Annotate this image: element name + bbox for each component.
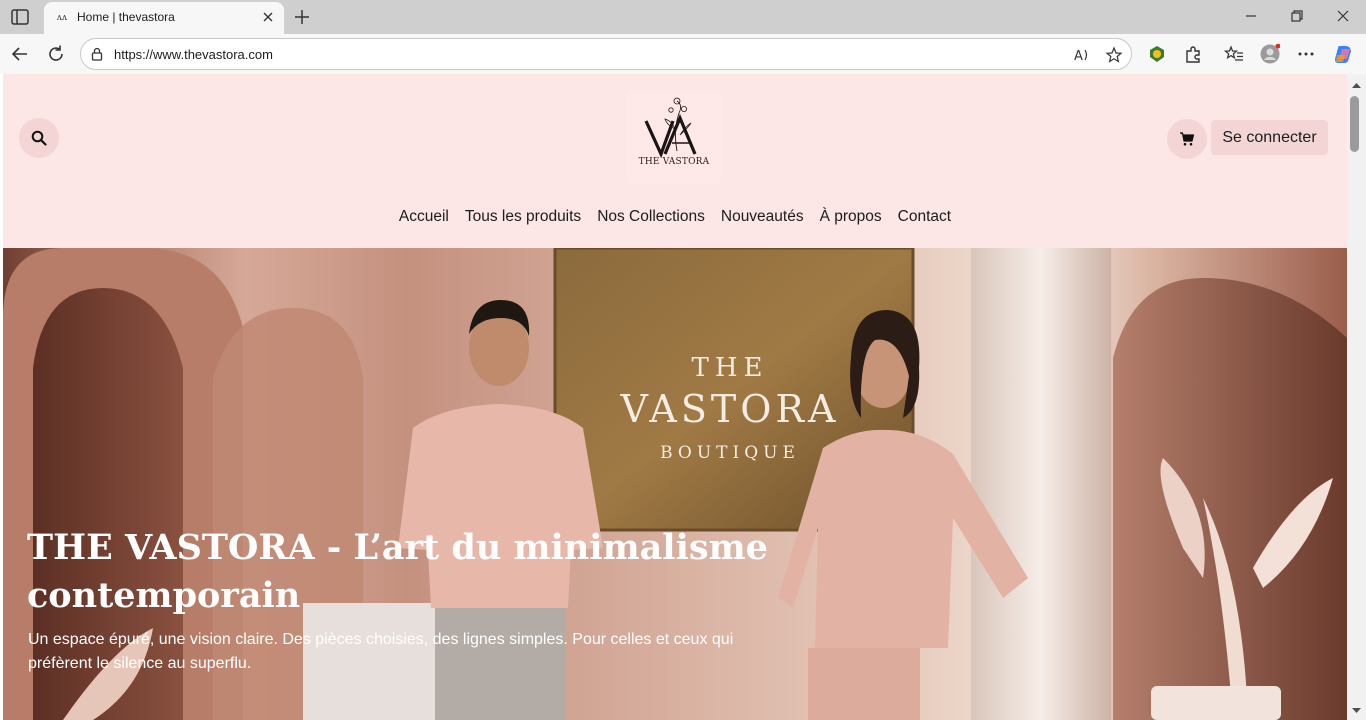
site-header: THE VASTORA Se connecter Accueil Tous le…	[3, 74, 1347, 248]
close-icon[interactable]	[260, 9, 276, 25]
extension-shield-icon[interactable]	[1147, 44, 1167, 64]
cart-icon	[1180, 132, 1195, 146]
sign-line-boutique: BOUTIQUE	[660, 443, 800, 463]
svg-text:A: A	[1074, 49, 1083, 64]
site-logo[interactable]: THE VASTORA	[627, 91, 721, 183]
page-scrollbar[interactable]	[1347, 74, 1366, 720]
extensions-icon[interactable]	[1183, 44, 1203, 64]
tab-title: Home | thevastora	[77, 10, 175, 24]
browser-tab[interactable]: ʌʌ Home | thevastora	[44, 2, 284, 34]
logo-monogram	[644, 97, 697, 159]
scrollbar-thumb[interactable]	[1350, 96, 1359, 152]
lock-icon[interactable]	[90, 47, 104, 61]
sidebar-icon[interactable]	[10, 8, 30, 26]
address-bar[interactable]: https://www.thevastora.com A	[80, 38, 1132, 70]
web-page: THE VASTORA Se connecter Accueil Tous le…	[3, 74, 1347, 720]
minimize-icon[interactable]	[1243, 8, 1259, 24]
main-navigation: Accueil Tous les produits Nos Collection…	[3, 208, 1347, 232]
reload-icon[interactable]	[46, 44, 66, 64]
favorites-icon[interactable]	[1224, 44, 1244, 64]
search-icon	[31, 130, 47, 146]
favorite-star-icon[interactable]	[1105, 46, 1123, 64]
sign-line-the: THE	[692, 353, 769, 383]
nav-item-nouveautes[interactable]: Nouveautés	[721, 208, 804, 232]
cart-button[interactable]	[1167, 119, 1207, 159]
login-button[interactable]: Se connecter	[1211, 120, 1328, 155]
hero-banner: THE VASTORA BOUTIQUE THE VASTORA - L’art…	[3, 248, 1347, 720]
read-aloud-icon[interactable]: A	[1073, 46, 1091, 64]
url-text[interactable]: https://www.thevastora.com	[114, 47, 273, 62]
scroll-up-arrow-icon[interactable]	[1347, 78, 1366, 92]
more-icon[interactable]	[1296, 44, 1316, 64]
restore-icon[interactable]	[1289, 8, 1305, 24]
new-tab-icon[interactable]	[292, 7, 312, 27]
nav-item-a-propos[interactable]: À propos	[820, 208, 882, 232]
hero-subtitle: Un espace épuré, une vision claire. Des …	[28, 631, 734, 672]
browser-tab-strip: ʌʌ Home | thevastora	[0, 0, 1366, 34]
nav-item-contact[interactable]: Contact	[898, 208, 951, 232]
address-toolbar: https://www.thevastora.com A	[0, 34, 1366, 74]
search-button[interactable]	[19, 118, 59, 158]
logo-text: THE VASTORA	[638, 157, 710, 167]
hero-title: THE VASTORA - L’art du minimalisme conte…	[27, 527, 768, 616]
window-close-icon[interactable]	[1335, 8, 1351, 24]
nav-item-accueil[interactable]: Accueil	[399, 208, 449, 232]
copilot-icon[interactable]	[1333, 44, 1353, 64]
nav-item-tous-les-produits[interactable]: Tous les produits	[465, 208, 581, 232]
sign-line-vastora: VASTORA	[620, 387, 840, 431]
nav-item-nos-collections[interactable]: Nos Collections	[597, 208, 705, 232]
hero-sign-text: THE VASTORA BOUTIQUE	[620, 353, 840, 463]
back-icon[interactable]	[10, 44, 30, 64]
scroll-down-arrow-icon[interactable]	[1347, 704, 1366, 718]
profile-icon[interactable]	[1260, 44, 1280, 64]
site-favicon: ʌʌ	[56, 13, 68, 23]
